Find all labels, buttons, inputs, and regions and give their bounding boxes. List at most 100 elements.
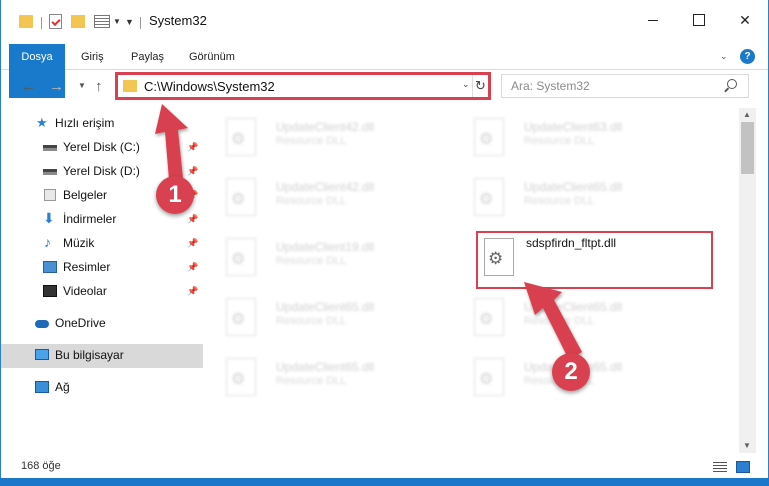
address-path[interactable]: C:\Windows\System32 [144,79,275,94]
sidebar-item-label: Bu bilgisayar [55,348,124,362]
minimize-button[interactable] [630,0,676,40]
details-view-icon[interactable] [713,462,727,472]
file-item[interactable]: UpdateClient63.dll Resource DLL [454,112,684,166]
view-options-icon[interactable] [94,15,110,28]
dll-file-icon [226,238,256,276]
file-item[interactable]: UpdateClient65.dll Resource DLL [454,172,684,226]
file-name: UpdateClient63.dll [524,120,623,134]
scroll-thumb[interactable] [741,122,754,174]
recent-locations-icon[interactable]: ▼ [78,81,86,90]
computer-icon [35,349,49,360]
sidebar-item-this-pc[interactable]: Bu bilgisayar [1,344,203,368]
sidebar-item-label: Ağ [55,380,70,394]
chevron-down-icon[interactable]: ▼ [113,17,121,35]
sidebar-item-label: Yerel Disk (D:) [63,164,140,178]
pin-icon[interactable]: 📌 [187,166,198,177]
file-type: Resource DLL [276,315,347,327]
file-type: Resource DLL [276,195,347,207]
pin-icon[interactable]: 📌 [187,238,198,249]
forward-arrow-icon[interactable]: → [49,78,64,95]
file-item[interactable]: UpdateClient65.dll Resource DLL [206,352,436,406]
file-item[interactable]: UpdateClient65.dll Resource DLL [454,292,684,346]
file-type: Resource DLL [276,135,347,147]
title-bar: ▼ ▼ System32 ✕ [1,0,768,40]
up-arrow-icon[interactable]: ↑ [95,78,103,95]
sidebar-item-label: İndirmeler [63,212,117,226]
large-icons-view-icon[interactable] [736,461,750,473]
sidebar-item-label: Hızlı erişim [55,116,115,130]
dll-file-icon [484,238,514,276]
close-button[interactable]: ✕ [722,0,768,40]
pin-icon[interactable]: 📌 [187,286,198,297]
vertical-scrollbar[interactable]: ▲ ▼ [739,108,756,453]
music-icon: ♪ [44,234,51,250]
search-placeholder: Ara: System32 [511,79,590,93]
star-icon: ★ [36,115,48,130]
address-dropdown-icon[interactable]: ⌄ [462,79,470,90]
videos-icon [43,285,57,297]
sidebar-item-local-disk-c[interactable]: Yerel Disk (C:) 📌 [1,136,203,160]
target-file-item[interactable]: sdspfirdn_fltpt.dll [476,231,713,289]
folder-icon [123,80,137,92]
back-arrow-icon[interactable]: ← [21,78,36,95]
file-item[interactable]: UpdateClient42.dll Resource DLL [206,172,436,226]
help-icon[interactable]: ? [740,49,755,64]
tab-share[interactable]: Paylaş [131,44,164,70]
file-name: UpdateClient65.dll [524,300,623,314]
scroll-up-icon[interactable]: ▲ [743,110,751,119]
file-type: Resource DLL [524,135,595,147]
file-item[interactable]: UpdateClient65.dll Resource DLL [206,292,436,346]
navigation-bar: ← → ▼ ↑ C:\Windows\System32 ⌄ ↻ Ara: Sys… [1,72,768,102]
pin-icon[interactable]: 📌 [187,214,198,225]
sidebar-item-label: Videolar [63,284,107,298]
new-folder-icon[interactable] [71,15,85,28]
sidebar-item-music[interactable]: ♪ Müzik 📌 [1,232,203,256]
navigation-pane: ★ Hızlı erişim Yerel Disk (C:) 📌 Yerel D… [1,108,203,453]
folder-icon [19,15,33,28]
status-bar: 168 öğe [1,456,768,476]
sidebar-item-onedrive[interactable]: OneDrive [1,312,203,336]
file-name: UpdateClient42.dll [276,120,375,134]
sidebar-item-label: Belgeler [63,188,108,202]
address-bar[interactable]: C:\Windows\System32 [120,77,460,95]
scroll-down-icon[interactable]: ▼ [743,441,751,450]
sidebar-item-quick-access[interactable]: ★ Hızlı erişim [1,112,203,136]
onedrive-icon [35,320,49,328]
expand-ribbon-icon[interactable]: ⌄ [720,51,728,62]
pin-icon[interactable]: 📌 [187,142,198,153]
file-item[interactable]: UpdateClient42.dll Resource DLL [206,112,436,166]
customize-toolbar-icon[interactable]: ▼ [125,17,134,35]
sidebar-item-network[interactable]: Ağ [1,376,203,400]
file-type: Resource DLL [276,375,347,387]
properties-icon[interactable] [49,14,62,29]
disk-icon [43,145,57,151]
window-title: System32 [149,13,207,28]
explorer-window: ▼ ▼ System32 ✕ Dosya Giriş Paylaş Görünü… [0,0,769,486]
sidebar-item-videos[interactable]: Videolar 📌 [1,280,203,304]
search-input[interactable]: Ara: System32 [501,74,749,98]
documents-icon [44,189,56,201]
item-count: 168 öğe [21,460,61,472]
file-name: UpdateClient65.dll [524,180,623,194]
maximize-button[interactable] [676,0,722,40]
search-icon[interactable] [727,79,737,89]
ribbon-tabs: Dosya Giriş Paylaş Görünüm ⌄ ? [1,44,768,98]
file-type: Resource DLL [524,195,595,207]
dll-file-icon [474,298,504,336]
toolbar-separator [41,17,42,29]
tab-home[interactable]: Giriş [81,44,104,70]
file-item[interactable]: UpdateClient19.dll Resource DLL [206,232,436,286]
dll-file-icon [226,178,256,216]
file-type: Resource DLL [524,315,595,327]
step-badge-1: 1 [156,176,194,214]
target-file-name: sdspfirdn_fltpt.dll [526,236,617,250]
sidebar-item-pictures[interactable]: Resimler 📌 [1,256,203,280]
tab-view[interactable]: Görünüm [189,44,235,70]
pin-icon[interactable]: 📌 [187,262,198,273]
file-name: UpdateClient19.dll [276,240,375,254]
sidebar-item-label: Resimler [63,260,111,274]
refresh-icon[interactable]: ↻ [472,75,488,97]
pictures-icon [43,261,57,273]
sidebar-item-label: OneDrive [55,316,106,330]
address-bar-highlight: C:\Windows\System32 ⌄ ↻ [115,72,491,100]
